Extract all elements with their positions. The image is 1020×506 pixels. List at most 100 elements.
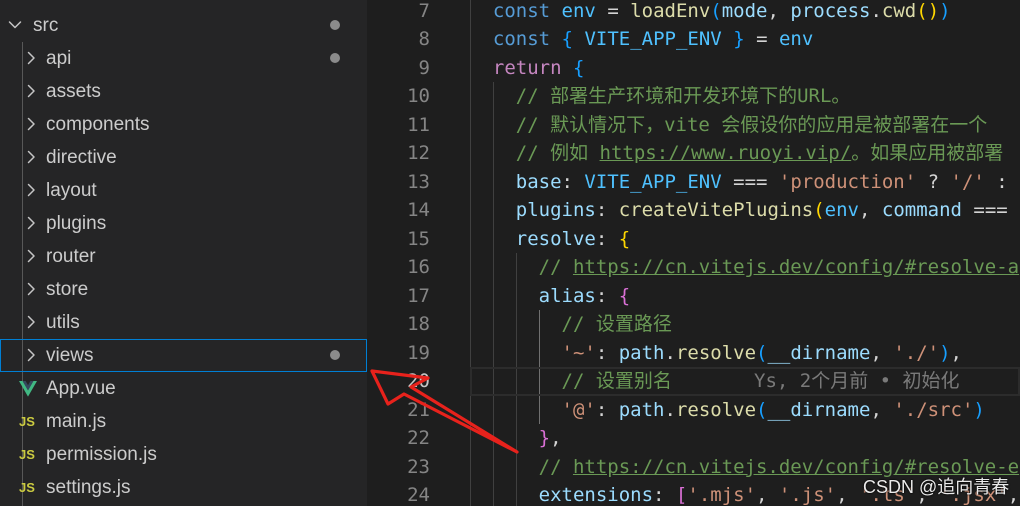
code-token: '.js'	[778, 484, 837, 506]
tree-folder-directive[interactable]: directive	[0, 141, 367, 174]
code-line[interactable]: const { VITE_APP_ENV } = env	[470, 25, 813, 54]
tree-item-label: main.js	[46, 410, 107, 432]
vue-file-icon	[19, 380, 37, 397]
code-token: '@'	[561, 398, 596, 421]
code-token: path	[618, 398, 665, 421]
code-line[interactable]: // 设置别名	[470, 367, 672, 396]
tree-item-label: router	[46, 245, 96, 267]
tree-item-label: views	[46, 344, 94, 366]
tree-file-settings-js[interactable]: JS settings.js	[0, 471, 367, 504]
tree-item-label: src	[33, 14, 59, 36]
code-token: .	[664, 341, 676, 364]
code-token: // 设置路径	[561, 313, 672, 336]
tree-file-permission-js[interactable]: JS permission.js	[0, 438, 367, 471]
tree-item-label: utils	[46, 311, 80, 333]
code-token: // 例如	[515, 142, 600, 165]
tree-folder-router[interactable]: router	[0, 240, 367, 273]
chevron-right-icon	[27, 216, 35, 230]
code-token: ,	[756, 484, 779, 506]
code-line[interactable]: // 部署生产环境和开发环境下的URL。	[470, 82, 851, 111]
tree-item-label: App.vue	[46, 377, 116, 399]
tree-folder-layout[interactable]: layout	[0, 174, 367, 207]
code-token: 。如果应用被部署	[851, 142, 1004, 165]
code-link[interactable]: https://www.ruoyi.vip/	[600, 142, 852, 164]
code-token: ,	[950, 341, 962, 364]
line-number: 11	[407, 113, 430, 136]
code-token: }	[733, 28, 745, 51]
changes-dot-icon	[330, 53, 340, 63]
line-number: 7	[418, 0, 430, 22]
tree-folder-components[interactable]: components	[0, 108, 367, 141]
tree-folder-utils[interactable]: utils	[0, 306, 367, 339]
code-token: extensions	[538, 484, 654, 506]
line-number: 17	[407, 284, 430, 307]
code-token: env	[778, 28, 814, 51]
code-token: )	[973, 398, 985, 421]
tree-folder-src[interactable]: src	[0, 9, 367, 42]
code-token: __dirname	[767, 398, 871, 421]
code-token: mode	[721, 0, 768, 22]
js-file-icon: JS	[19, 479, 35, 495]
code-line[interactable]: '@': path.resolve(__dirname, './src')	[470, 396, 985, 425]
code-token: //	[538, 256, 573, 279]
code-token: [	[675, 484, 688, 506]
line-number: 16	[407, 256, 430, 279]
code-token: cwd	[881, 0, 917, 22]
tree-folder-store[interactable]: store	[0, 273, 367, 306]
code-token: resolve	[675, 398, 757, 421]
tree-item-label: layout	[46, 179, 97, 201]
tree-folder-views[interactable]: views	[0, 338, 367, 372]
code-token: ,	[1007, 484, 1020, 506]
code-line[interactable]: },	[470, 424, 562, 453]
tree-folder-api[interactable]: api	[0, 42, 367, 75]
code-token: )	[939, 0, 951, 22]
code-line[interactable]: // 设置路径	[470, 310, 672, 339]
code-line[interactable]: '~': path.resolve(__dirname, './'),	[470, 339, 962, 368]
code-token: (	[756, 341, 768, 364]
tree-item-label: permission.js	[46, 443, 157, 465]
code-token: {	[572, 56, 585, 79]
code-line[interactable]: resolve: {	[470, 225, 630, 254]
changes-dot-icon	[330, 20, 340, 30]
chevron-right-icon	[27, 348, 35, 362]
tree-file-app-vue[interactable]: App.vue	[0, 372, 367, 405]
tree-file-main-js[interactable]: JS main.js	[0, 405, 367, 438]
code-line[interactable]: return {	[470, 54, 585, 83]
git-blame-annotation[interactable]: Ys, 2个月前 • 初始化	[754, 367, 960, 396]
chevron-right-icon	[27, 249, 35, 263]
code-token: './src'	[893, 398, 974, 421]
code-line[interactable]: // https://cn.vitejs.dev/config/#resolve…	[470, 253, 1019, 282]
tree-item-label: directive	[46, 146, 117, 168]
code-token: ===	[721, 170, 779, 193]
code-line[interactable]: base: VITE_APP_ENV === 'production' ? '/…	[470, 168, 1008, 197]
line-number: 19	[407, 341, 430, 364]
code-editor[interactable]: 7 const env = loadEnv(mode, process.cwd(…	[367, 0, 1020, 506]
changes-dot-icon	[330, 350, 340, 360]
code-token: ,	[767, 0, 791, 22]
code-token: :	[561, 170, 585, 193]
tree-folder-assets[interactable]: assets	[0, 75, 367, 108]
code-line[interactable]: alias: {	[470, 282, 631, 311]
code-link[interactable]: https://cn.vitejs.dev/config/#resolve-a	[573, 256, 1019, 278]
line-number: 20	[407, 370, 430, 393]
code-token: __dirname	[767, 341, 871, 364]
code-line[interactable]: // 默认情况下，vite 会假设你的应用是被部署在一个	[470, 111, 988, 140]
code-line[interactable]: const env = loadEnv(mode, process.cwd())	[470, 0, 951, 25]
code-line[interactable]: // 例如 https://www.ruoyi.vip/。如果应用被部署	[470, 139, 1003, 168]
code-token: return	[492, 56, 562, 79]
code-line[interactable]: plugins: createVitePlugins(env, command …	[470, 196, 1008, 225]
tree-folder-plugins[interactable]: plugins	[0, 207, 367, 240]
line-number: 14	[407, 199, 430, 222]
code-link[interactable]: https://cn.vitejs.dev/config/#resolve-e	[573, 456, 1019, 478]
